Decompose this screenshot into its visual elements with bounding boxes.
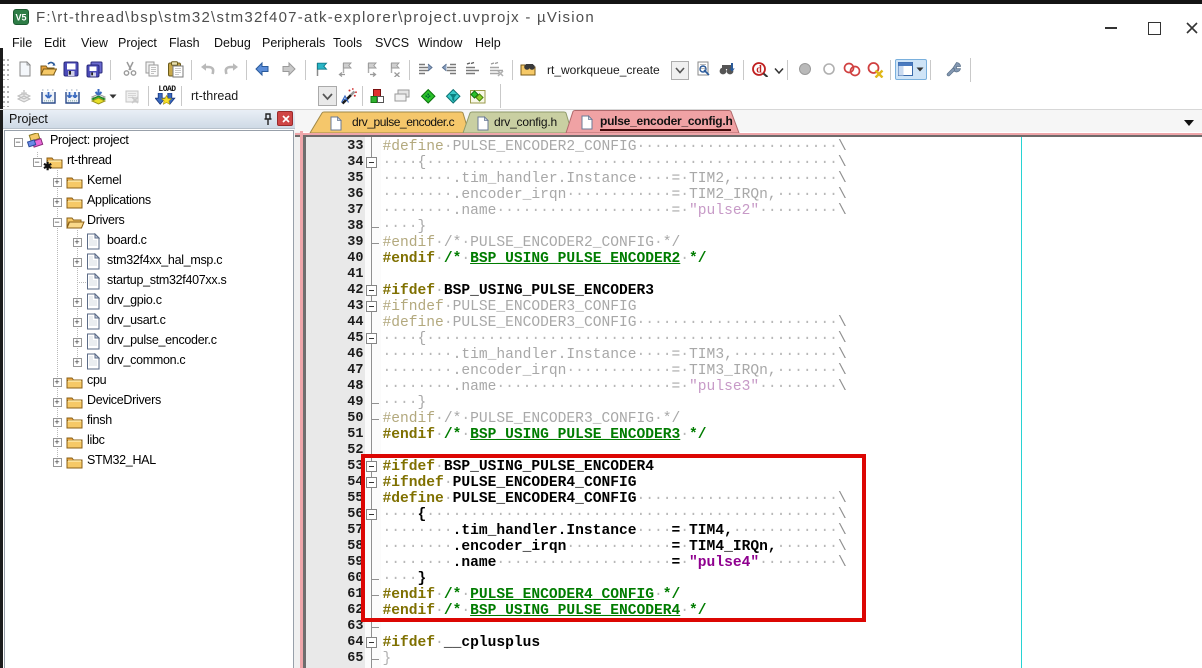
svg-text:V5: V5	[15, 13, 26, 23]
svg-text:d: d	[756, 65, 762, 76]
